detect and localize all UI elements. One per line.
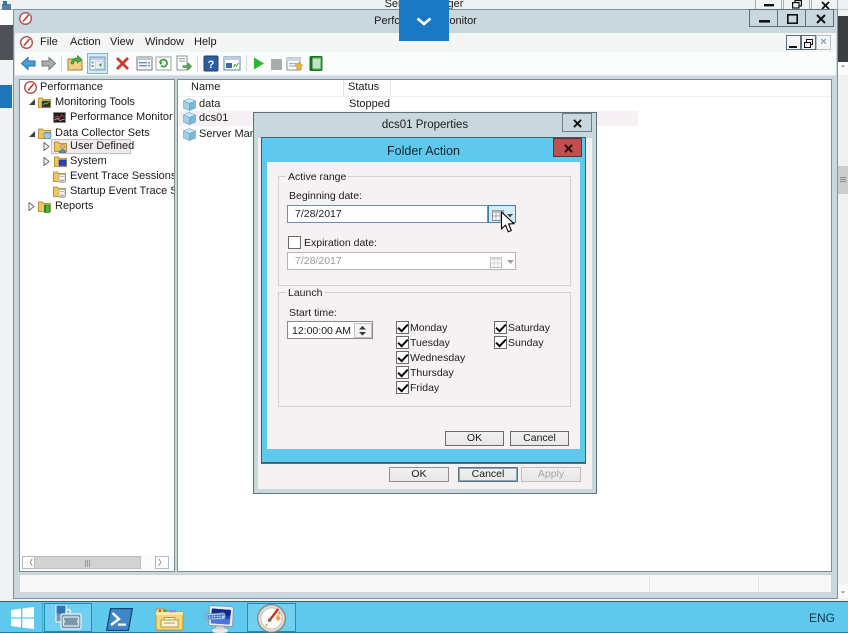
svg-text:?: ? (208, 59, 215, 71)
